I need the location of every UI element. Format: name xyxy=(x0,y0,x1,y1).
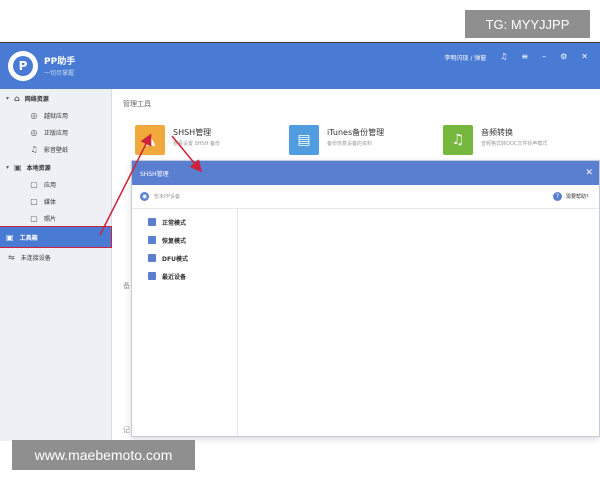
mode-label: 恢复模式 xyxy=(162,237,187,245)
mode-icon xyxy=(148,236,156,244)
dialog-header: SHSH管理 ✕ xyxy=(132,161,599,185)
sidebar-group-label: 网络资源 xyxy=(24,95,49,103)
device-status-text: 暂未PP设备 xyxy=(154,194,181,200)
device-icon: ▣ xyxy=(14,162,22,172)
sidebar-item-no-device[interactable]: ⇋ 未连接设备 xyxy=(0,247,111,267)
close-icon[interactable]: ✕ xyxy=(585,168,593,178)
music-icon[interactable]: ♫ xyxy=(500,53,507,61)
tool-itunes-backup[interactable]: ▤ iTunes备份管理 备份恢复设备的资料 xyxy=(289,125,413,159)
sidebar-item-label: 工具箱 xyxy=(19,234,38,242)
sidebar-item-label: 影音壁纸 xyxy=(44,147,69,154)
tool-desc: 查看设置 SHSH 备份 xyxy=(173,141,221,147)
obscured-text: 备 xyxy=(123,282,130,290)
tool-shsh-manager[interactable]: ▲ SHSH管理 查看设置 SHSH 备份 xyxy=(135,125,259,159)
device-status: ◉ 暂未PP设备 xyxy=(140,192,180,201)
apps-icon: ▢ xyxy=(30,180,38,189)
backup-icon: ▤ xyxy=(289,125,319,155)
mode-list: 正常模式 恢复模式 DFU模式 最近设备 xyxy=(132,209,238,436)
watermark-bottom: www.maebemoto.com xyxy=(12,440,195,470)
app-subtitle: 一切尽掌握 xyxy=(44,70,75,77)
mode-recent-device[interactable]: 最近设备 xyxy=(132,267,237,285)
sidebar-item-label: 应用 xyxy=(44,182,57,189)
help-link[interactable]: ? 需要帮助？ xyxy=(552,192,591,201)
settings-icon[interactable]: ⚙ xyxy=(560,53,567,61)
section-title: 管理工具 xyxy=(123,100,151,108)
chevron-down-icon: ▾ xyxy=(6,94,10,102)
app-logo: P xyxy=(8,51,38,81)
app-store-icon: ◎ xyxy=(30,111,38,120)
obscured-text: 记 xyxy=(123,426,130,434)
mode-icon xyxy=(148,254,156,262)
mode-recovery[interactable]: 恢复模式 xyxy=(132,231,237,249)
shsh-icon: ▲ xyxy=(135,125,165,155)
sidebar-item-label: 越狱应用 xyxy=(44,113,69,120)
sidebar-item-media-wallpaper[interactable]: ♫ 影音壁纸 xyxy=(0,141,111,158)
connect-icon: ⇋ xyxy=(8,252,15,262)
menu-icon[interactable]: ≡ xyxy=(521,53,528,61)
sidebar-item-toolbox[interactable]: ▣ 工具箱 xyxy=(0,226,112,248)
mode-label: 正常模式 xyxy=(162,219,187,227)
sidebar-group-local[interactable]: ▾ ▣ 本地资源 xyxy=(0,158,111,176)
mode-icon xyxy=(148,218,156,226)
sidebar: ▾ ⌂ 网络资源 ◎ 越狱应用 ◎ 正版应用 ♫ 影音壁纸 ▾ ▣ 本地资源 ▢… xyxy=(0,89,112,441)
toolbox-icon: ▣ xyxy=(6,232,14,242)
music-note-icon: ♫ xyxy=(443,125,473,155)
watermark-top: TG: MYYJJPP xyxy=(465,10,590,38)
screenshot: TG: MYYJJPP P PP助手 一切尽掌握 李明闪现 / 弹窗 ♫ ≡ –… xyxy=(0,0,600,480)
music-note-icon: ♫ xyxy=(30,145,38,154)
sidebar-item-label: 照片 xyxy=(44,216,57,223)
tool-audio-convert[interactable]: ♫ 音频转换 音频格式转DOC文件铃声模式 xyxy=(443,125,567,159)
header-controls: 李明闪现 / 弹窗 ♫ ≡ – ⚙ ✕ xyxy=(444,50,588,64)
tool-desc: 音频格式转DOC文件铃声模式 xyxy=(481,141,548,147)
sidebar-item-label: 未连接设备 xyxy=(20,254,51,262)
user-link[interactable]: 李明闪现 / 弹窗 xyxy=(444,53,486,62)
sidebar-item-media[interactable]: ▢ 媒体 xyxy=(0,193,111,210)
sidebar-item-official-apps[interactable]: ◎ 正版应用 xyxy=(0,124,111,141)
sidebar-item-label: 正版应用 xyxy=(44,130,69,137)
sidebar-item-label: 媒体 xyxy=(44,199,57,206)
tool-name: 音频转换 xyxy=(481,128,513,137)
mode-label: 最近设备 xyxy=(162,273,187,281)
sidebar-group-network[interactable]: ▾ ⌂ 网络资源 xyxy=(0,89,111,107)
tool-name: SHSH管理 xyxy=(173,128,212,137)
tool-name: iTunes备份管理 xyxy=(327,128,385,137)
mode-icon xyxy=(148,272,156,280)
chevron-down-icon: ▾ xyxy=(6,163,10,171)
close-button[interactable]: ✕ xyxy=(581,53,588,61)
tool-desc: 备份恢复设备的资料 xyxy=(327,141,373,147)
dialog-title: SHSH管理 xyxy=(140,170,169,178)
help-icon: ? xyxy=(552,192,562,201)
photo-icon: ▢ xyxy=(30,214,38,223)
mode-label: DFU模式 xyxy=(162,255,188,263)
app-store-icon: ◎ xyxy=(30,128,38,137)
title-bar: P PP助手 一切尽掌握 李明闪现 / 弹窗 ♫ ≡ – ⚙ ✕ xyxy=(0,43,600,89)
dialog-toolbar: ◉ 暂未PP设备 ? 需要帮助？ xyxy=(132,185,599,209)
mode-normal[interactable]: 正常模式 xyxy=(132,213,237,231)
sidebar-item-jailbreak-apps[interactable]: ◎ 越狱应用 xyxy=(0,107,111,124)
shsh-manager-dialog: SHSH管理 ✕ ◉ 暂未PP设备 ? 需要帮助？ 正常模式 恢复模式 DFU模… xyxy=(131,160,600,437)
minimize-button[interactable]: – xyxy=(542,53,546,61)
media-icon: ▢ xyxy=(30,197,38,206)
device-icon: ◉ xyxy=(140,192,149,201)
logo-letter: P xyxy=(13,56,33,76)
app-name: PP助手 xyxy=(44,57,76,67)
sidebar-item-photos[interactable]: ▢ 照片 xyxy=(0,210,111,227)
sidebar-group-label: 本地资源 xyxy=(26,164,51,172)
mode-dfu[interactable]: DFU模式 xyxy=(132,249,237,267)
help-text: 需要帮助？ xyxy=(565,194,591,200)
home-icon: ⌂ xyxy=(14,93,20,103)
sidebar-item-apps[interactable]: ▢ 应用 xyxy=(0,176,111,193)
